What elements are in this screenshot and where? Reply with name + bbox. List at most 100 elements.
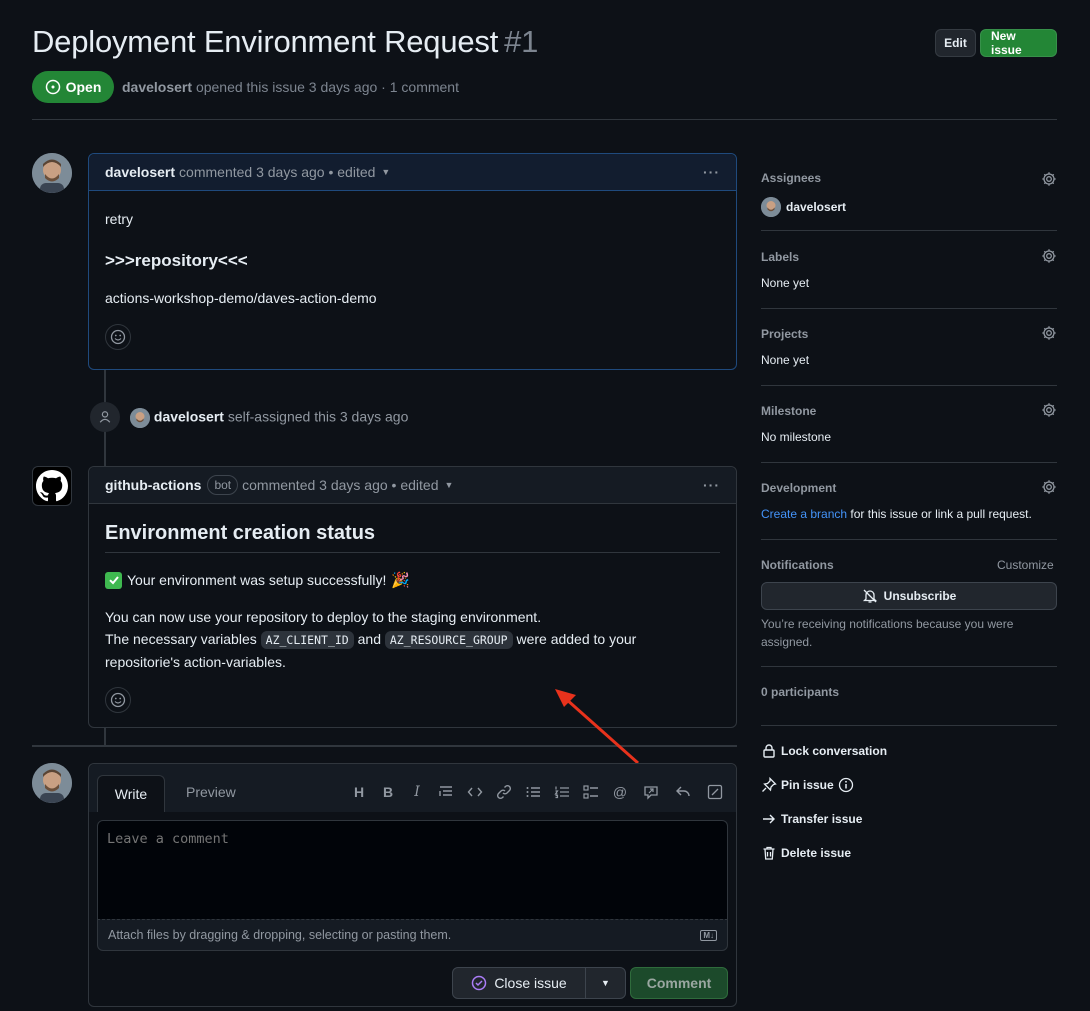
- check-mark-icon: [105, 571, 122, 589]
- pin-issue-button[interactable]: Pin issue: [761, 777, 854, 793]
- markdown-icon: M↓: [700, 929, 717, 941]
- sidebar-divider: [761, 385, 1057, 386]
- sidebar-divider: [761, 539, 1057, 540]
- gear-icon[interactable]: [1041, 325, 1057, 341]
- quote-icon[interactable]: [437, 783, 455, 801]
- customize-link[interactable]: Customize: [997, 558, 1054, 572]
- close-issue-dropdown[interactable]: ▼: [585, 967, 626, 999]
- comment-options-button[interactable]: ···: [703, 164, 720, 180]
- mention-icon[interactable]: @: [611, 783, 629, 801]
- italic-icon[interactable]: I: [408, 783, 426, 801]
- task-list-icon[interactable]: [582, 783, 600, 801]
- annotation-arrow-icon: [555, 689, 639, 765]
- new-issue-button[interactable]: New issue: [980, 29, 1057, 57]
- gear-icon[interactable]: [1041, 479, 1057, 495]
- reply-icon[interactable]: [674, 783, 692, 801]
- sidebar-assignees-title[interactable]: Assignees: [761, 171, 821, 185]
- issue-author-link[interactable]: davelosert: [122, 79, 192, 95]
- edited-dropdown-icon[interactable]: ▼: [444, 480, 453, 490]
- create-branch-link[interactable]: Create a branch: [761, 507, 847, 521]
- issue-closed-icon: [472, 975, 487, 991]
- comment-author[interactable]: davelosert: [105, 164, 175, 180]
- party-popper-icon: 🎉: [391, 572, 411, 589]
- issue-opened-icon: [45, 79, 60, 95]
- tab-preview[interactable]: Preview: [186, 784, 236, 800]
- timeline-event: davelosert self-assigned this 3 days ago: [130, 408, 408, 428]
- sidebar-projects-title[interactable]: Projects: [761, 327, 808, 341]
- avatar[interactable]: [32, 153, 72, 193]
- transfer-issue-button[interactable]: Transfer issue: [761, 811, 862, 827]
- smiley-icon: [110, 692, 126, 708]
- github-logo-icon[interactable]: [32, 466, 72, 506]
- attach-files-area[interactable]: Attach files by dragging & dropping, sel…: [97, 919, 728, 951]
- code-variable: AZ_CLIENT_ID: [260, 631, 354, 649]
- bold-icon[interactable]: B: [379, 783, 397, 801]
- comment-textarea[interactable]: [97, 820, 728, 919]
- issue-title: Deployment Environment Request #1: [32, 24, 539, 59]
- ordered-list-icon[interactable]: [553, 783, 571, 801]
- comment-header: davelosert commented 3 days ago • edited…: [89, 154, 736, 191]
- avatar[interactable]: [32, 763, 72, 803]
- sidebar-divider: [761, 230, 1057, 231]
- sidebar-labels-title[interactable]: Labels: [761, 250, 799, 264]
- bot-badge: bot: [207, 475, 239, 495]
- timeline-connector: [104, 728, 106, 746]
- notifications-note: You’re receiving notifications because y…: [761, 617, 1014, 649]
- lock-conversation-button[interactable]: Lock conversation: [761, 743, 887, 759]
- person-icon: [90, 402, 120, 432]
- add-reaction-button[interactable]: [105, 687, 131, 713]
- sidebar-milestone-title[interactable]: Milestone: [761, 404, 816, 418]
- code-variable: AZ_RESOURCE_GROUP: [384, 631, 513, 649]
- gear-icon[interactable]: [1041, 171, 1057, 187]
- status-badge: Open: [32, 71, 114, 103]
- participants-title: 0 participants: [761, 685, 840, 699]
- fullscreen-icon[interactable]: [706, 783, 724, 801]
- lock-icon: [763, 744, 775, 758]
- projects-value: None yet: [761, 353, 810, 367]
- code-icon[interactable]: [466, 783, 484, 801]
- link-icon[interactable]: [495, 783, 513, 801]
- unordered-list-icon[interactable]: [524, 783, 542, 801]
- triangle-down-icon: ▼: [601, 978, 610, 988]
- tab-write[interactable]: Write: [97, 775, 165, 812]
- comment-box: davelosert commented 3 days ago • edited…: [88, 153, 737, 370]
- comment-options-button[interactable]: ···: [703, 477, 720, 493]
- pin-icon: [762, 777, 777, 792]
- arrow-right-icon: [763, 814, 775, 824]
- comment-text: You can now use your repository to deplo…: [105, 609, 637, 670]
- sidebar-notifications-title: Notifications: [761, 558, 834, 572]
- comment-heading: >>>repository<<<: [105, 251, 248, 270]
- bell-slash-icon: [862, 589, 877, 603]
- smiley-icon: [110, 329, 126, 345]
- comment-text: actions-workshop-demo/daves-action-demo: [105, 290, 377, 306]
- reference-icon[interactable]: [642, 783, 660, 801]
- issue-meta: davelosert opened this issue 3 days ago …: [122, 79, 459, 95]
- sidebar-development-title[interactable]: Development: [761, 481, 836, 495]
- comment-heading: Environment creation status: [105, 522, 720, 553]
- avatar[interactable]: [130, 408, 150, 428]
- sidebar-divider: [761, 666, 1057, 667]
- edit-button[interactable]: Edit: [935, 29, 976, 57]
- assignee-item[interactable]: davelosert: [761, 197, 846, 217]
- gear-icon[interactable]: [1041, 248, 1057, 264]
- comment-button[interactable]: Comment: [630, 967, 728, 999]
- avatar: [761, 197, 781, 217]
- header-divider: [32, 119, 1057, 120]
- gear-icon[interactable]: [1041, 402, 1057, 418]
- unsubscribe-button[interactable]: Unsubscribe: [761, 582, 1057, 610]
- trash-icon: [763, 846, 775, 860]
- heading-icon[interactable]: H: [350, 783, 368, 801]
- milestone-value: No milestone: [761, 430, 832, 444]
- close-issue-button[interactable]: Close issue: [452, 967, 586, 999]
- edited-dropdown-icon[interactable]: ▼: [381, 167, 390, 177]
- sidebar-divider: [761, 462, 1057, 463]
- comment-header: github-actions bot commented 3 days ago …: [89, 467, 736, 504]
- info-icon[interactable]: [838, 777, 854, 793]
- event-actor[interactable]: davelosert: [154, 409, 224, 425]
- sidebar-divider: [761, 308, 1057, 309]
- labels-value: None yet: [761, 276, 810, 290]
- add-reaction-button[interactable]: [105, 324, 131, 350]
- delete-issue-button[interactable]: Delete issue: [761, 845, 851, 861]
- success-line: Your environment was setup successfully!…: [105, 571, 720, 589]
- comment-author[interactable]: github-actions: [105, 477, 201, 493]
